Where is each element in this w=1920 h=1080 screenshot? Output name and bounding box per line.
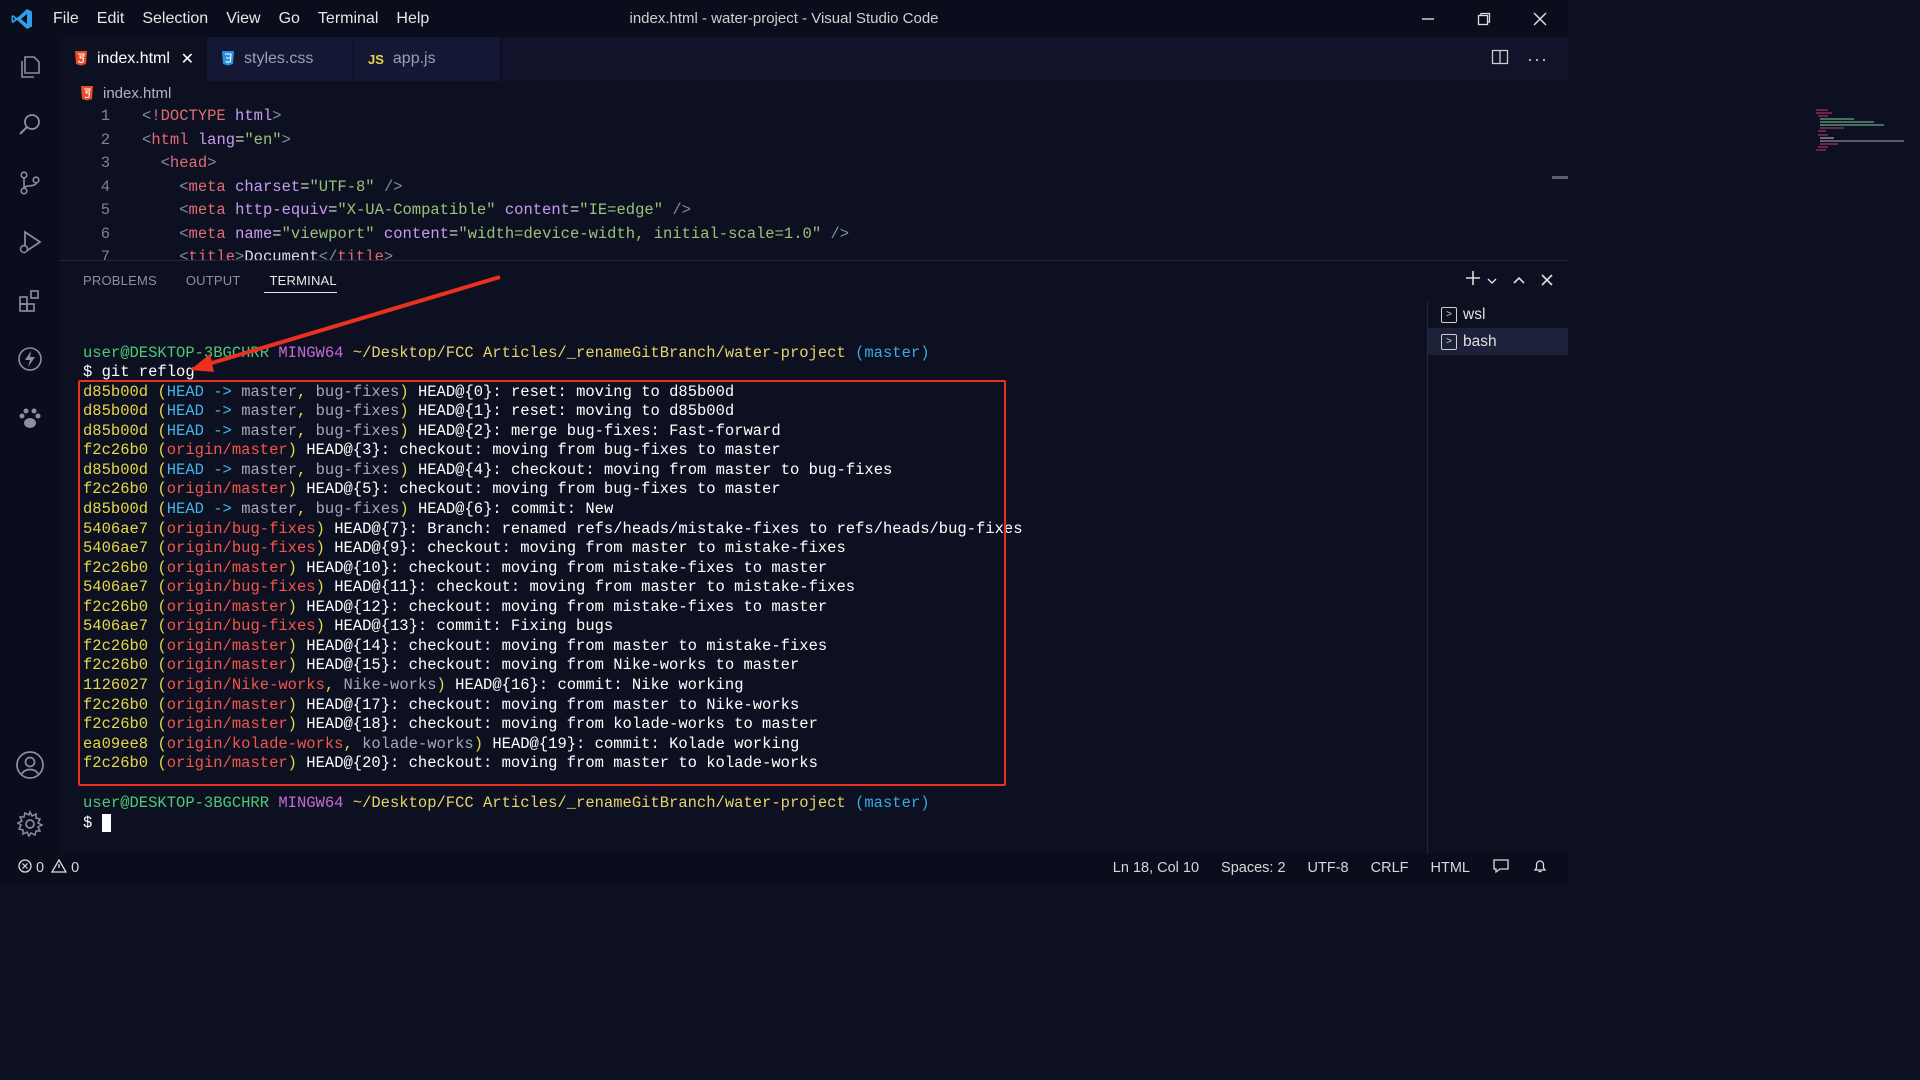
problems-status[interactable]: 0 0 (0, 858, 79, 877)
tab-terminal[interactable]: TERMINAL (241, 261, 338, 301)
run-debug-icon[interactable] (0, 217, 60, 267)
breadcrumb-file[interactable]: index.html (103, 85, 171, 102)
notifications-bell-icon[interactable] (1532, 858, 1548, 878)
tab-problems[interactable]: PROBLEMS (60, 261, 157, 301)
terminal-icon: > (1441, 333, 1457, 350)
indentation[interactable]: Spaces: 2 (1221, 860, 1286, 876)
paw-icon[interactable] (0, 393, 60, 443)
minimap[interactable] (1814, 107, 1904, 157)
vscode-logo-icon (0, 0, 44, 37)
chevron-down-icon[interactable] (1486, 270, 1498, 293)
search-icon[interactable] (0, 100, 60, 150)
terminal-input-line[interactable]: $ (83, 813, 111, 833)
menu-view[interactable]: View (217, 0, 269, 37)
terminal-prompt: user@DESKTOP-3BGCHRR MINGW64 ~/Desktop/F… (83, 794, 930, 812)
tab-index-html[interactable]: index.html ✕ (60, 37, 207, 81)
status-bar: 0 0 Ln 18, Col 10 Spaces: 2 UTF-8 CRLF H… (0, 854, 1568, 882)
terminal-item-bash[interactable]: > bash (1428, 328, 1568, 355)
panel-header: PROBLEMS OUTPUT TERMINAL (60, 261, 1568, 301)
error-icon (18, 859, 32, 877)
menu-terminal[interactable]: Terminal (309, 0, 387, 37)
maximize-panel-icon[interactable] (1512, 270, 1526, 293)
settings-gear-icon[interactable] (0, 799, 60, 849)
restore-button[interactable] (1456, 0, 1512, 37)
source-control-icon[interactable] (0, 158, 60, 208)
html5-icon (80, 85, 94, 101)
split-editor-icon[interactable] (1491, 48, 1509, 71)
tab-output[interactable]: OUTPUT (157, 261, 241, 301)
menu-bar: File Edit Selection View Go Terminal Hel… (44, 0, 438, 37)
code-line: 4 <meta charset="UTF-8" /> (100, 177, 403, 196)
annotation-highlight-box (78, 380, 1006, 786)
tab-label: index.html (97, 50, 170, 67)
editor-scrollbar[interactable] (1552, 176, 1568, 179)
extensions-icon[interactable] (0, 276, 60, 326)
encoding[interactable]: UTF-8 (1308, 860, 1349, 876)
close-window-button[interactable] (1512, 0, 1568, 37)
terminal-command: $ git reflog (83, 363, 195, 381)
editor-tabs: index.html ✕ styles.css JS app.js ··· (60, 37, 1568, 81)
menu-selection[interactable]: Selection (133, 0, 217, 37)
breadcrumb: index.html (60, 81, 1568, 105)
tab-styles-css[interactable]: styles.css (207, 37, 354, 81)
menu-go[interactable]: Go (270, 0, 309, 37)
code-editor[interactable]: 1 <!DOCTYPE html> 2 <html lang="en"> 3 <he… (60, 105, 1568, 260)
menu-edit[interactable]: Edit (88, 0, 134, 37)
terminal-cursor (101, 813, 111, 832)
terminal-prompt: user@DESKTOP-3BGCHRR MINGW64 ~/Desktop/F… (83, 344, 930, 362)
title-bar: File Edit Selection View Go Terminal Hel… (0, 0, 1568, 37)
terminal-icon: > (1441, 306, 1457, 323)
explorer-icon[interactable] (0, 42, 60, 92)
close-panel-icon[interactable] (1540, 270, 1554, 293)
js-icon: JS (368, 51, 384, 67)
tab-app-js[interactable]: JS app.js (354, 37, 501, 81)
account-icon[interactable] (0, 740, 60, 790)
new-terminal-icon[interactable] (1464, 269, 1482, 293)
menu-help[interactable]: Help (387, 0, 438, 37)
tab-label: app.js (392, 50, 436, 67)
code-line: 6 <meta name="viewport" content="width=d… (100, 224, 850, 243)
code-line: 7 <title>Document</title> (100, 248, 394, 260)
terminal-list: > wsl > bash (1427, 301, 1568, 853)
code-line: 1 <!DOCTYPE html> (100, 107, 282, 125)
css3-icon (221, 50, 235, 69)
activity-bar (0, 37, 60, 854)
feedback-icon[interactable] (1492, 858, 1510, 878)
minimize-button[interactable] (1400, 0, 1456, 37)
cursor-position[interactable]: Ln 18, Col 10 (1113, 860, 1199, 876)
language-mode[interactable]: HTML (1431, 860, 1470, 876)
code-line: 5 <meta http-equiv="X-UA-Compatible" con… (100, 201, 691, 219)
code-line: 2 <html lang="en"> (100, 130, 291, 149)
line-ending[interactable]: CRLF (1371, 860, 1409, 876)
warning-icon (50, 858, 68, 877)
close-tab-icon[interactable]: ✕ (181, 49, 194, 69)
more-actions-icon[interactable]: ··· (1527, 49, 1548, 70)
menu-file[interactable]: File (44, 0, 88, 37)
html5-icon (74, 50, 88, 69)
code-line: 3 <head> (100, 154, 217, 172)
lightning-icon[interactable] (0, 334, 60, 384)
terminal-item-wsl[interactable]: > wsl (1428, 301, 1568, 328)
tab-label: styles.css (244, 50, 314, 67)
